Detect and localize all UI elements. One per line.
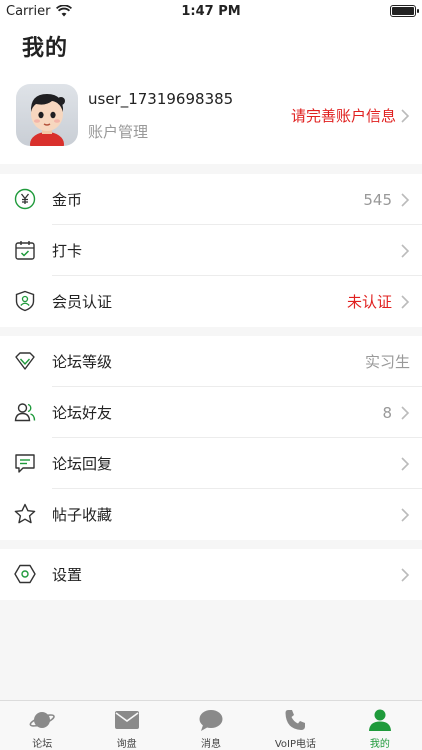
menu-item-right [400, 567, 410, 582]
profile-header: 我的 user_17319698385 账户管理 请完善账户信息 [0, 22, 422, 164]
page-title: 我的 [22, 36, 69, 61]
chevron-right-icon [401, 456, 410, 471]
shield-user-icon [15, 290, 35, 312]
status-left: Carrier [6, 3, 73, 19]
tab-label: 询盘 [116, 739, 137, 750]
wifi-icon [56, 5, 73, 17]
forum-level-value: 实习生 [364, 353, 410, 371]
chevron-right-icon [401, 108, 410, 123]
cartoon-avatar-icon [30, 94, 65, 146]
menu-item-label: 论坛等级 [52, 353, 113, 371]
menu-item-checkin[interactable]: 打卡 [0, 225, 422, 276]
menu-group-forum: 论坛等级 实习生 论坛好友 8 论坛回复 帖子收藏 [0, 336, 422, 540]
tab-label: VoIP电话 [274, 739, 316, 750]
menu-item-label: 论坛回复 [52, 455, 113, 473]
diamond-icon [15, 352, 35, 370]
menu-item-label: 论坛好友 [52, 404, 113, 422]
phone-icon [285, 710, 306, 730]
tab-mine[interactable]: 我的 [338, 701, 422, 750]
chevron-right-icon [401, 294, 410, 309]
menu-item-post-favorites[interactable]: 帖子收藏 [0, 489, 422, 540]
menu-item-right [400, 243, 410, 258]
friend-count: 8 [382, 403, 392, 422]
menu-item-right: 545 [363, 191, 410, 209]
tab-bar: 论坛 询盘 消息 VoIP电话 我的 [0, 700, 422, 750]
calendar-check-icon [15, 241, 35, 260]
account-management-link[interactable]: 账户管理 [88, 121, 148, 142]
tab-voip[interactable]: VoIP电话 [253, 701, 337, 750]
star-icon [14, 503, 36, 524]
avatar[interactable] [16, 84, 78, 146]
menu-group-settings: 设置 [0, 549, 422, 600]
menu-group-wallet: 金币 545 打卡 会员认证 未认证 [0, 174, 422, 327]
menu-item-settings[interactable]: 设置 [0, 549, 422, 600]
carrier-label: Carrier [6, 3, 51, 19]
complete-info-link[interactable]: 请完善账户信息 [291, 105, 410, 126]
coin-count: 545 [363, 190, 392, 209]
chevron-right-icon [401, 192, 410, 207]
menu-item-right: 实习生 [365, 351, 410, 372]
chevron-right-icon [401, 405, 410, 420]
friends-icon [14, 403, 36, 422]
menu-item-right: 8 [382, 404, 410, 422]
menu-item-right: 未认证 [347, 291, 410, 312]
menu-item-forum-friends[interactable]: 论坛好友 8 [0, 387, 422, 438]
tab-forum[interactable]: 论坛 [0, 701, 84, 750]
username: user_17319698385 [88, 90, 234, 108]
menu-item-label: 金币 [52, 191, 83, 209]
menu-item-label: 设置 [52, 566, 83, 584]
chat-bubble-icon [199, 710, 223, 731]
person-icon [368, 709, 391, 731]
menu-item-coins[interactable]: 金币 545 [0, 174, 422, 225]
tab-label: 我的 [369, 739, 390, 750]
coin-icon [14, 188, 36, 210]
tab-inquiry[interactable]: 询盘 [84, 701, 168, 750]
settings-hexagon-icon [14, 564, 36, 584]
menu-item-right [400, 456, 410, 471]
chat-reply-icon [15, 454, 35, 473]
menu-item-forum-replies[interactable]: 论坛回复 [0, 438, 422, 489]
verification-status: 未认证 [346, 293, 392, 311]
menu-item-label: 打卡 [52, 242, 83, 260]
complete-info-label: 请完善账户信息 [290, 107, 396, 125]
menu-item-member-verification[interactable]: 会员认证 未认证 [0, 276, 422, 327]
menu-item-forum-level[interactable]: 论坛等级 实习生 [0, 336, 422, 387]
battery-icon [390, 5, 419, 17]
tab-label: 消息 [201, 739, 222, 750]
chevron-right-icon [401, 243, 410, 258]
planet-icon [29, 712, 55, 728]
menu-item-right [400, 507, 410, 522]
mail-icon [114, 711, 139, 729]
chevron-right-icon [401, 507, 410, 522]
menu-item-label: 会员认证 [52, 293, 113, 311]
tab-messages[interactable]: 消息 [169, 701, 253, 750]
chevron-right-icon [401, 567, 410, 582]
status-bar: Carrier 1:47 PM [0, 0, 422, 22]
menu-item-label: 帖子收藏 [52, 506, 113, 524]
tab-label: 论坛 [32, 739, 53, 750]
